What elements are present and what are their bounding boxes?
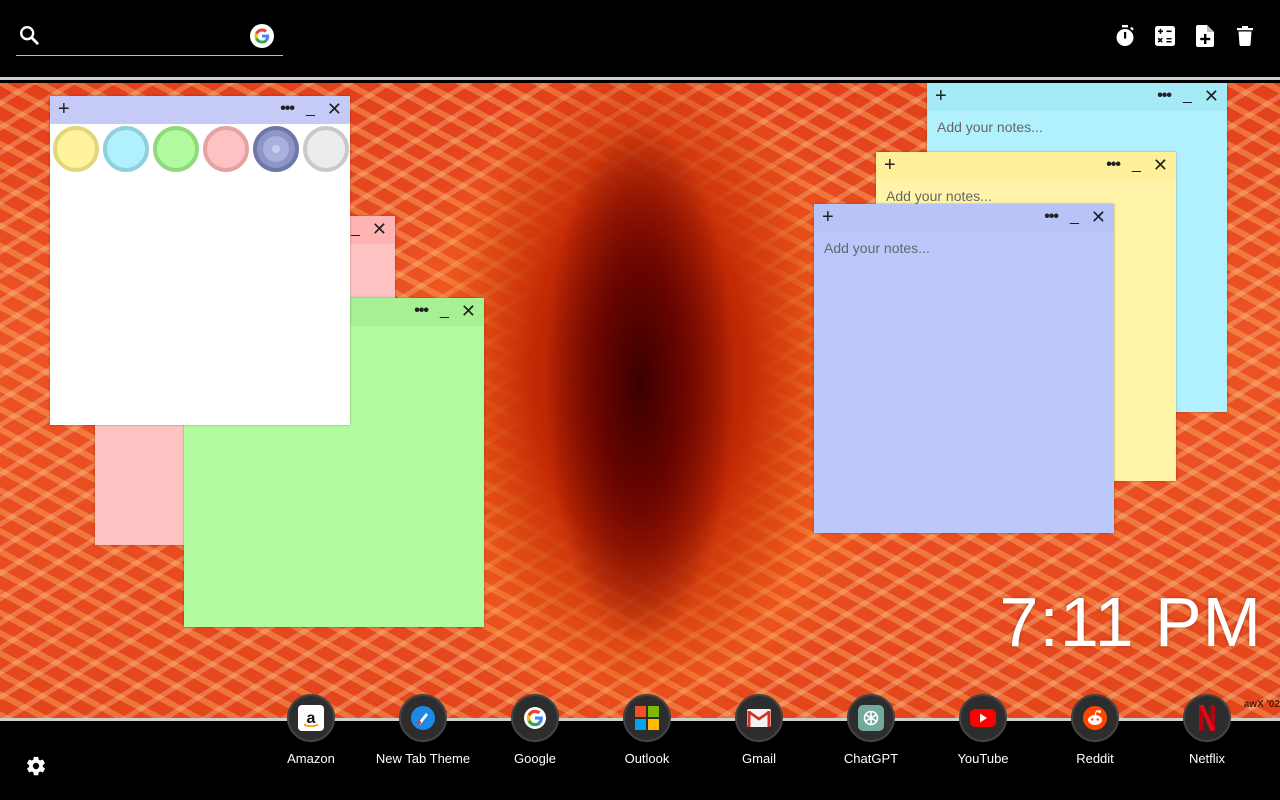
shortcut-label: ChatGPT	[843, 751, 899, 766]
shortcut-label: Outlook	[624, 751, 670, 766]
shortcut-netflix[interactable]: Netflix	[1152, 694, 1262, 766]
color-swatch[interactable]	[203, 126, 249, 172]
shortcut-google[interactable]: Google	[480, 694, 590, 766]
svg-text:a: a	[307, 710, 316, 727]
youtube-icon	[959, 694, 1007, 742]
sticky-note-color-picker[interactable]: + ••• _ ✕	[50, 96, 350, 425]
color-swatch[interactable]	[153, 126, 199, 172]
shortcut-gmail[interactable]: Gmail	[704, 694, 814, 766]
note-close-button[interactable]: ✕	[372, 219, 387, 239]
note-header[interactable]: + ••• _ ✕	[814, 204, 1114, 232]
search-icon[interactable]	[18, 24, 40, 46]
note-minimize-button[interactable]: _	[1183, 86, 1192, 106]
note-body	[814, 232, 1114, 533]
netflix-icon	[1183, 694, 1231, 742]
shortcut-label: YouTube	[957, 751, 1009, 766]
note-close-button[interactable]: ✕	[1091, 207, 1106, 227]
color-swatch[interactable]	[253, 126, 299, 172]
note-close-button[interactable]: ✕	[461, 301, 476, 321]
sticky-note-blue[interactable]: + ••• _ ✕	[814, 204, 1114, 533]
bottom-bar: a Amazon New Tab Theme Google Outlook Gm…	[0, 694, 1280, 800]
color-swatches	[50, 124, 350, 174]
search-input[interactable]	[54, 22, 244, 50]
note-menu-button[interactable]: •••	[1106, 155, 1121, 175]
clock: 7:11 PM	[999, 583, 1262, 661]
note-minimize-button[interactable]: _	[1132, 155, 1141, 175]
note-close-button[interactable]: ✕	[1204, 86, 1219, 106]
note-minimize-button[interactable]: _	[1070, 207, 1079, 227]
shortcut-label: Amazon	[287, 751, 335, 766]
shortcut-youtube[interactable]: YouTube	[928, 694, 1038, 766]
google-search-engine-icon[interactable]	[250, 24, 274, 48]
note-menu-button[interactable]: •••	[414, 301, 429, 321]
gmail-icon	[735, 694, 783, 742]
note-minimize-button[interactable]: _	[440, 301, 449, 321]
add-note-button[interactable]: +	[58, 99, 70, 119]
note-header[interactable]: + ••• _ ✕	[50, 96, 350, 124]
note-controls: ••• _ ✕	[1044, 207, 1106, 227]
app-dock: a Amazon New Tab Theme Google Outlook Gm…	[0, 694, 1280, 794]
selected-swatch-indicator	[263, 136, 289, 162]
chatgpt-icon	[847, 694, 895, 742]
outlook-icon	[623, 694, 671, 742]
color-swatch[interactable]	[103, 126, 149, 172]
amazon-icon: a	[287, 694, 335, 742]
add-note-button[interactable]: +	[935, 86, 947, 106]
note-controls: ••• _ ✕	[1157, 86, 1219, 106]
timer-icon[interactable]	[1113, 24, 1136, 47]
search-bar	[16, 18, 283, 56]
calculator-icon[interactable]	[1153, 24, 1176, 47]
note-controls: ••• _ ✕	[1106, 155, 1168, 175]
note-minimize-button[interactable]: _	[351, 219, 360, 239]
color-swatch[interactable]	[303, 126, 349, 172]
toolbar	[1113, 24, 1256, 47]
trash-icon[interactable]	[1233, 24, 1256, 47]
add-note-button[interactable]: +	[884, 155, 896, 175]
note-menu-button[interactable]: •••	[1157, 86, 1172, 106]
shortcut-chatgpt[interactable]: ChatGPT	[816, 694, 926, 766]
note-textarea[interactable]	[824, 240, 1104, 525]
shortcut-label: Gmail	[742, 751, 776, 766]
shortcut-label: Netflix	[1188, 751, 1226, 766]
note-controls: ••• _ ✕	[280, 99, 342, 119]
new-note-icon[interactable]	[1193, 24, 1216, 47]
note-header[interactable]: + ••• _ ✕	[876, 152, 1176, 180]
shortcut-outlook[interactable]: Outlook	[592, 694, 702, 766]
top-bar	[0, 0, 1280, 80]
add-note-button[interactable]: +	[822, 207, 834, 227]
shortcut-label: Reddit	[1076, 751, 1114, 766]
note-close-button[interactable]: ✕	[1153, 155, 1168, 175]
color-swatch[interactable]	[53, 126, 99, 172]
shortcut-label: Google	[514, 751, 556, 766]
shortcut-reddit[interactable]: Reddit	[1040, 694, 1150, 766]
note-menu-button[interactable]: •••	[280, 99, 295, 119]
note-minimize-button[interactable]: _	[306, 99, 315, 119]
new-tab-theme-icon	[399, 694, 447, 742]
note-close-button[interactable]: ✕	[327, 99, 342, 119]
google-icon	[511, 694, 559, 742]
note-controls: ••• _ ✕	[414, 301, 476, 321]
note-menu-button[interactable]: •••	[1044, 207, 1059, 227]
new-tab-page: awX '02 7:11 PM + ••• _ ✕ + ••• _ ✕	[0, 0, 1280, 800]
shortcut-amazon[interactable]: a Amazon	[256, 694, 366, 766]
note-header[interactable]: + ••• _ ✕	[927, 83, 1227, 111]
reddit-icon	[1071, 694, 1119, 742]
shortcut-label: New Tab Theme	[375, 751, 471, 766]
shortcut-new-tab-theme[interactable]: New Tab Theme	[368, 694, 478, 766]
